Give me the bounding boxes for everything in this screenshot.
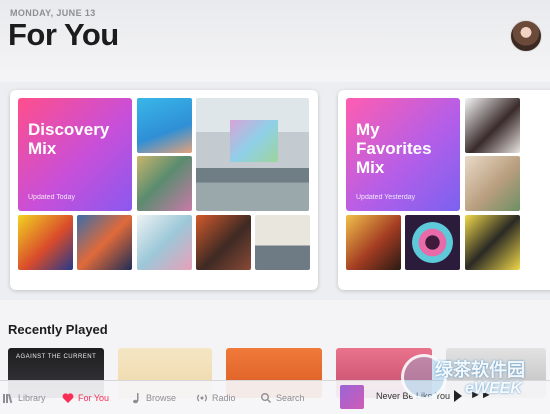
tab-label: Browse — [146, 393, 177, 403]
tab-radio[interactable]: Radio — [196, 391, 236, 405]
radio-icon — [196, 392, 208, 404]
page-title: For You — [8, 17, 119, 52]
mix-title: My Favorites Mix — [356, 120, 432, 177]
album-art[interactable] — [137, 98, 192, 153]
tab-label: For You — [78, 393, 110, 403]
recently-played-title: Recently Played — [8, 322, 108, 337]
tab-library[interactable]: Library — [2, 391, 46, 405]
tab-browse[interactable]: Browse — [130, 391, 176, 405]
play-icon[interactable] — [454, 390, 462, 402]
music-note-icon — [130, 392, 142, 404]
cube-shape — [230, 120, 278, 162]
header: MONDAY, JUNE 13 For You — [0, 0, 550, 70]
album-art[interactable] — [346, 215, 401, 270]
mix-title: Discovery Mix — [28, 120, 110, 158]
tab-bar: Library For You Browse Radio Search Neve… — [0, 380, 550, 414]
heart-icon — [62, 392, 74, 404]
album-art[interactable] — [196, 215, 251, 270]
favorites-mix-card[interactable]: My Favorites Mix Updated Yesterday — [338, 90, 550, 290]
discovery-mix-cover[interactable]: Discovery Mix Updated Today — [18, 98, 132, 211]
album-art[interactable] — [137, 156, 192, 211]
album-art[interactable] — [465, 156, 520, 211]
now-playing-artwork[interactable] — [340, 385, 364, 409]
tab-label: Search — [276, 393, 305, 403]
album-art[interactable] — [77, 215, 132, 270]
tab-for-you[interactable]: For You — [62, 391, 109, 405]
next-track-icon[interactable]: ►► — [470, 389, 492, 401]
album-art[interactable] — [465, 215, 520, 270]
mix-updated-label: Updated Yesterday — [356, 194, 416, 201]
mix-shelf: Discovery Mix Updated Today My Favorites… — [0, 82, 550, 300]
favorites-mix-cover[interactable]: My Favorites Mix Updated Yesterday — [346, 98, 460, 211]
search-icon — [260, 392, 272, 404]
tab-label: Library — [18, 393, 46, 403]
album-cover-text: AGAINST THE CURRENT — [16, 354, 97, 360]
album-art[interactable] — [196, 98, 309, 211]
discovery-mix-card[interactable]: Discovery Mix Updated Today — [10, 90, 318, 290]
album-art[interactable] — [18, 215, 73, 270]
mix-updated-label: Updated Today — [28, 194, 75, 201]
library-icon — [2, 392, 14, 404]
album-art[interactable] — [137, 215, 192, 270]
avatar[interactable] — [510, 20, 542, 52]
album-art[interactable] — [255, 215, 310, 270]
album-art[interactable] — [405, 215, 460, 270]
album-art[interactable] — [465, 98, 520, 153]
now-playing-title[interactable]: Never Be Like You — [376, 391, 450, 401]
tab-search[interactable]: Search — [260, 391, 305, 405]
tab-label: Radio — [212, 393, 236, 403]
